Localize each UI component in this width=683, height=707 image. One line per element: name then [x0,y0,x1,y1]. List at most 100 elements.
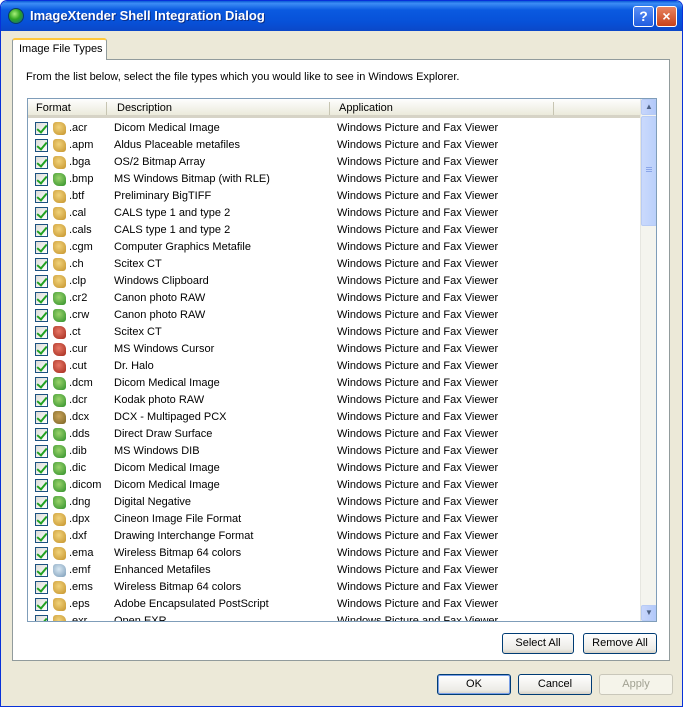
row-format: .emf [69,564,91,576]
row-format: .ch [69,258,84,270]
row-checkbox[interactable] [35,496,48,509]
list-item[interactable]: .dxf Drawing Interchange Format Windows Pi… [28,528,640,545]
scroll-up-button[interactable]: ▲ [641,99,656,115]
row-checkbox[interactable] [35,513,48,526]
list-item[interactable]: .dng Digital Negative Windows Picture and … [28,494,640,511]
row-checkbox[interactable] [35,462,48,475]
list-item[interactable]: .dic Dicom Medical Image Windows Picture a… [28,460,640,477]
file-type-icon [53,190,66,203]
row-checkbox[interactable] [35,360,48,373]
row-checkbox[interactable] [35,394,48,407]
remove-all-button[interactable]: Remove All [583,633,657,654]
list-item[interactable]: .apm Aldus Placeable metafiles Windows Pic… [28,137,640,154]
list-item[interactable]: .ems Wireless Bitmap 64 colors Windows Pic… [28,579,640,596]
list-item[interactable]: .ch Scitex CT Windows Picture and Fax View… [28,256,640,273]
row-checkbox[interactable] [35,275,48,288]
list-item[interactable]: .bga OS/2 Bitmap Array Windows Picture and… [28,154,640,171]
list-item[interactable]: .dpx Cineon Image File Format Windows Pict… [28,511,640,528]
row-format: .ems [69,581,93,593]
list-item[interactable]: .eps Adobe Encapsulated PostScript Windows… [28,596,640,613]
list-header: Format Description Application [28,99,640,118]
column-header-application[interactable]: Application [339,102,393,114]
row-checkbox[interactable] [35,343,48,356]
list-item[interactable]: .cut Dr. Halo Windows Picture and Fax View… [28,358,640,375]
scroll-thumb[interactable] [641,116,656,226]
row-description: Wireless Bitmap 64 colors [114,547,242,559]
list-item[interactable]: .cgm Computer Graphics Metafile Windows Pi… [28,239,640,256]
title-bar[interactable]: ImageXtender Shell Integration Dialog ? … [1,1,682,31]
row-checkbox[interactable] [35,377,48,390]
list-item[interactable]: .cr2 Canon photo RAW Windows Picture and F… [28,290,640,307]
list-item[interactable]: .dicom Dicom Medical Image Windows Picture… [28,477,640,494]
list-item[interactable]: .btf Preliminary BigTIFF Windows Picture a… [28,188,640,205]
list-item[interactable]: .acr Dicom Medical Image Windows Picture a… [28,120,640,137]
row-description: OS/2 Bitmap Array [114,156,206,168]
list-item[interactable]: .dds Direct Draw Surface Windows Picture a… [28,426,640,443]
close-button[interactable]: × [656,6,677,27]
row-checkbox[interactable] [35,224,48,237]
row-checkbox[interactable] [35,530,48,543]
row-description: Canon photo RAW [114,292,206,304]
row-checkbox[interactable] [35,156,48,169]
row-checkbox[interactable] [35,292,48,305]
row-description: Digital Negative [114,496,192,508]
column-divider[interactable] [106,102,107,115]
row-checkbox[interactable] [35,615,48,621]
list-item[interactable]: .cal CALS type 1 and type 2 Windows Pictur… [28,205,640,222]
help-button[interactable]: ? [633,6,654,27]
row-checkbox[interactable] [35,122,48,135]
row-checkbox[interactable] [35,241,48,254]
select-all-button[interactable]: Select All [502,633,574,654]
list-item[interactable]: .bmp MS Windows Bitmap (with RLE) Windows … [28,171,640,188]
cancel-button[interactable]: Cancel [518,674,592,695]
column-header-format[interactable]: Format [36,102,71,114]
row-checkbox[interactable] [35,428,48,441]
list-item[interactable]: .cals CALS type 1 and type 2 Windows Pictu… [28,222,640,239]
column-divider[interactable] [329,102,330,115]
file-type-icon [53,615,66,621]
row-format: .cgm [69,241,93,253]
row-checkbox[interactable] [35,445,48,458]
row-description: Kodak photo RAW [114,394,205,406]
column-divider[interactable] [553,102,554,115]
row-checkbox[interactable] [35,598,48,611]
row-checkbox[interactable] [35,547,48,560]
column-header-description[interactable]: Description [117,102,172,114]
row-checkbox[interactable] [35,411,48,424]
list-item[interactable]: .emf Enhanced Metafiles Windows Picture an… [28,562,640,579]
list-item[interactable]: .exr Open EXR Windows Picture and Fax View… [28,613,640,622]
list-item[interactable]: .ema Wireless Bitmap 64 colors Windows Pic… [28,545,640,562]
vertical-scrollbar[interactable]: ▲ ▼ [640,99,656,621]
file-type-icon [53,292,66,305]
file-type-icon [53,394,66,407]
list-item[interactable]: .ct Scitex CT Windows Picture and Fax View… [28,324,640,341]
row-checkbox[interactable] [35,139,48,152]
row-checkbox[interactable] [35,173,48,186]
list-item[interactable]: .dcr Kodak photo RAW Windows Picture and F… [28,392,640,409]
row-checkbox[interactable] [35,207,48,220]
row-checkbox[interactable] [35,326,48,339]
list-item[interactable]: .dcm Dicom Medical Image Windows Picture a… [28,375,640,392]
row-checkbox[interactable] [35,309,48,322]
list-item[interactable]: .clp Windows Clipboard Windows Picture and… [28,273,640,290]
row-format: .dic [69,462,87,474]
row-application: Windows Picture and Fax Viewer [337,224,499,236]
file-type-icon [53,564,66,577]
row-checkbox[interactable] [35,581,48,594]
apply-button[interactable]: Apply [599,674,673,695]
file-types-list[interactable]: Format Description Application .acr Dicom… [27,98,657,622]
row-checkbox[interactable] [35,564,48,577]
list-item[interactable]: .dcx DCX - Multipaged PCX Windows Picture … [28,409,640,426]
row-format: .exr [69,615,88,622]
row-checkbox[interactable] [35,190,48,203]
row-checkbox[interactable] [35,258,48,271]
list-item[interactable]: .cur MS Windows Cursor Windows Picture and… [28,341,640,358]
row-checkbox[interactable] [35,479,48,492]
list-item[interactable]: .crw Canon photo RAW Windows Picture and F… [28,307,640,324]
file-type-icon [53,445,66,458]
list-item[interactable]: .dib MS Windows DIB Windows Picture and Fa… [28,443,640,460]
tab-image-file-types[interactable]: Image File Types [12,38,107,60]
ok-button[interactable]: OK [437,674,511,695]
row-format: .btf [69,190,85,202]
scroll-down-button[interactable]: ▼ [641,605,656,621]
